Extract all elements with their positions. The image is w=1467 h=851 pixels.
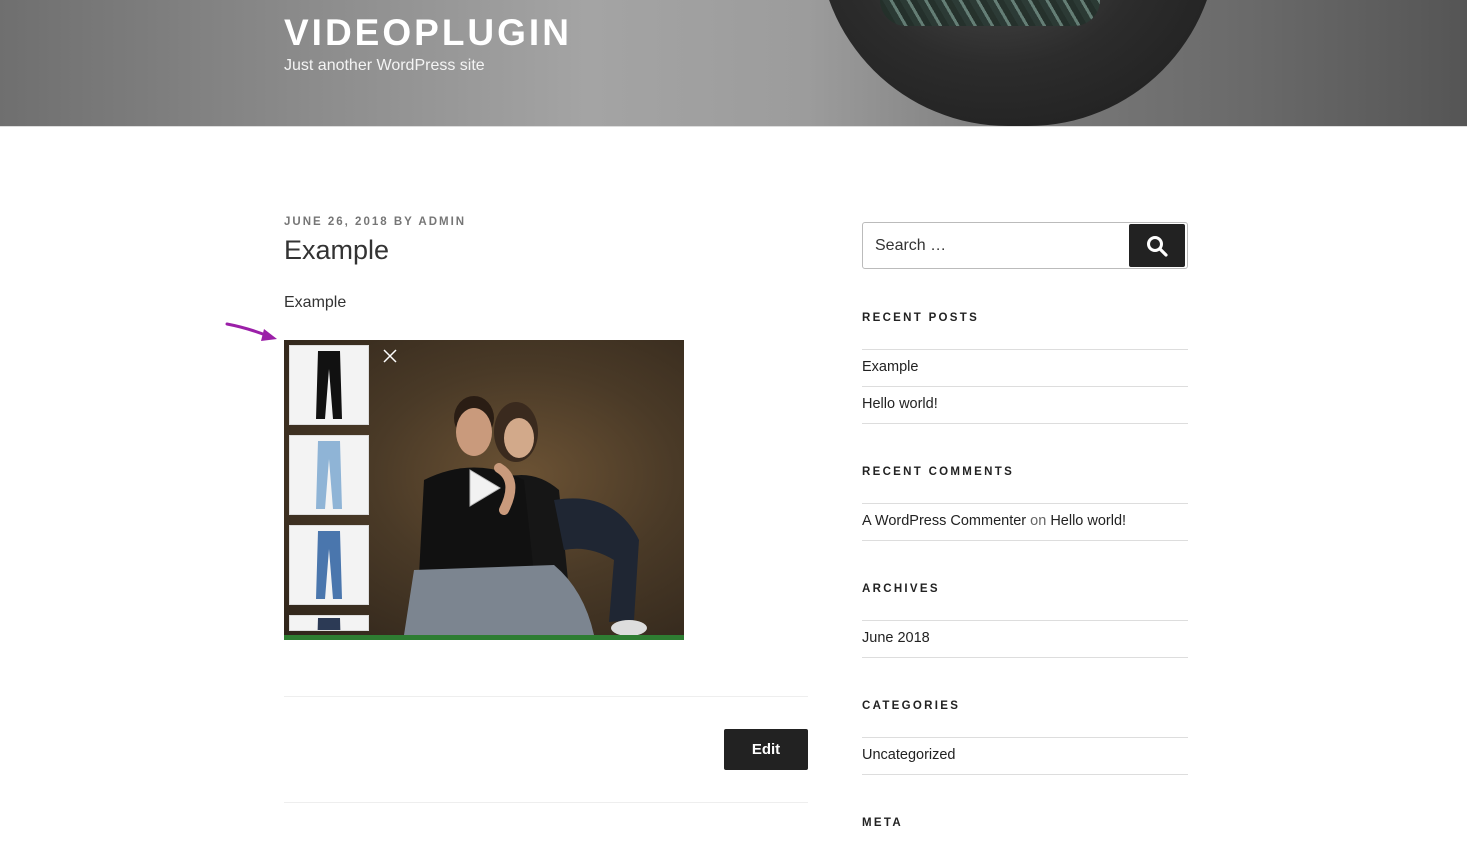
divider xyxy=(862,737,1188,738)
jeans-medium-blue-icon xyxy=(316,531,342,599)
divider xyxy=(862,540,1188,541)
divider xyxy=(862,657,1188,658)
jeans-dark-icon xyxy=(317,618,341,630)
divider xyxy=(862,349,1188,350)
search-form xyxy=(862,222,1188,269)
post-date[interactable]: JUNE 26, 2018 xyxy=(284,216,389,228)
product-thumbnail-list[interactable] xyxy=(289,345,369,640)
widget-title-meta: META xyxy=(862,817,903,829)
divider xyxy=(862,503,1188,504)
post-meta: JUNE 26, 2018 BY ADMIN xyxy=(284,216,466,228)
search-input[interactable] xyxy=(864,224,1126,267)
widget-title-recent-posts: RECENT POSTS xyxy=(862,312,980,324)
post-by: BY xyxy=(393,216,414,228)
play-icon[interactable] xyxy=(468,468,502,508)
widget-title-archives: ARCHIVES xyxy=(862,583,940,595)
post-title: Example xyxy=(284,235,390,265)
close-icon[interactable] xyxy=(380,347,400,367)
site-tagline: Just another WordPress site xyxy=(284,57,485,74)
post-content: Example xyxy=(284,294,347,311)
video-progress-bar[interactable] xyxy=(284,635,684,640)
jeans-light-blue-icon xyxy=(316,441,342,509)
search-icon xyxy=(1147,235,1168,257)
jeans-black-icon xyxy=(316,351,342,419)
site-header: VIDEOPLUGIN Just another WordPress site xyxy=(0,0,1467,127)
product-thumbnail[interactable] xyxy=(289,615,369,631)
divider xyxy=(284,696,808,697)
widget-title-recent-comments: RECENT COMMENTS xyxy=(862,466,1015,478)
widget-title-categories: CATEGORIES xyxy=(862,700,961,712)
comment-author-link[interactable]: A WordPress Commenter xyxy=(862,513,1026,529)
recent-comment-item: A WordPress Commenter on Hello world! xyxy=(862,513,1126,529)
comment-post-link[interactable]: Hello world! xyxy=(1050,513,1126,529)
divider xyxy=(862,386,1188,387)
divider xyxy=(284,802,808,803)
product-thumbnail[interactable] xyxy=(289,525,369,605)
comment-on-text: on xyxy=(1030,513,1047,529)
search-button[interactable] xyxy=(1129,224,1185,267)
post-author[interactable]: ADMIN xyxy=(418,216,466,228)
divider xyxy=(862,774,1188,775)
archive-link[interactable]: June 2018 xyxy=(862,630,930,646)
product-thumbnail[interactable] xyxy=(289,345,369,425)
edit-button[interactable]: Edit xyxy=(724,729,808,770)
product-thumbnail[interactable] xyxy=(289,435,369,515)
video-player[interactable] xyxy=(284,340,684,640)
site-title[interactable]: VIDEOPLUGIN xyxy=(284,12,572,54)
divider xyxy=(862,620,1188,621)
category-link[interactable]: Uncategorized xyxy=(862,747,956,763)
header-plant-leaves-image xyxy=(880,0,1100,26)
divider xyxy=(862,423,1188,424)
recent-post-link[interactable]: Hello world! xyxy=(862,396,938,412)
recent-post-link[interactable]: Example xyxy=(862,359,918,375)
video-poster-image xyxy=(404,396,647,635)
annotation-arrow-icon xyxy=(225,322,277,341)
